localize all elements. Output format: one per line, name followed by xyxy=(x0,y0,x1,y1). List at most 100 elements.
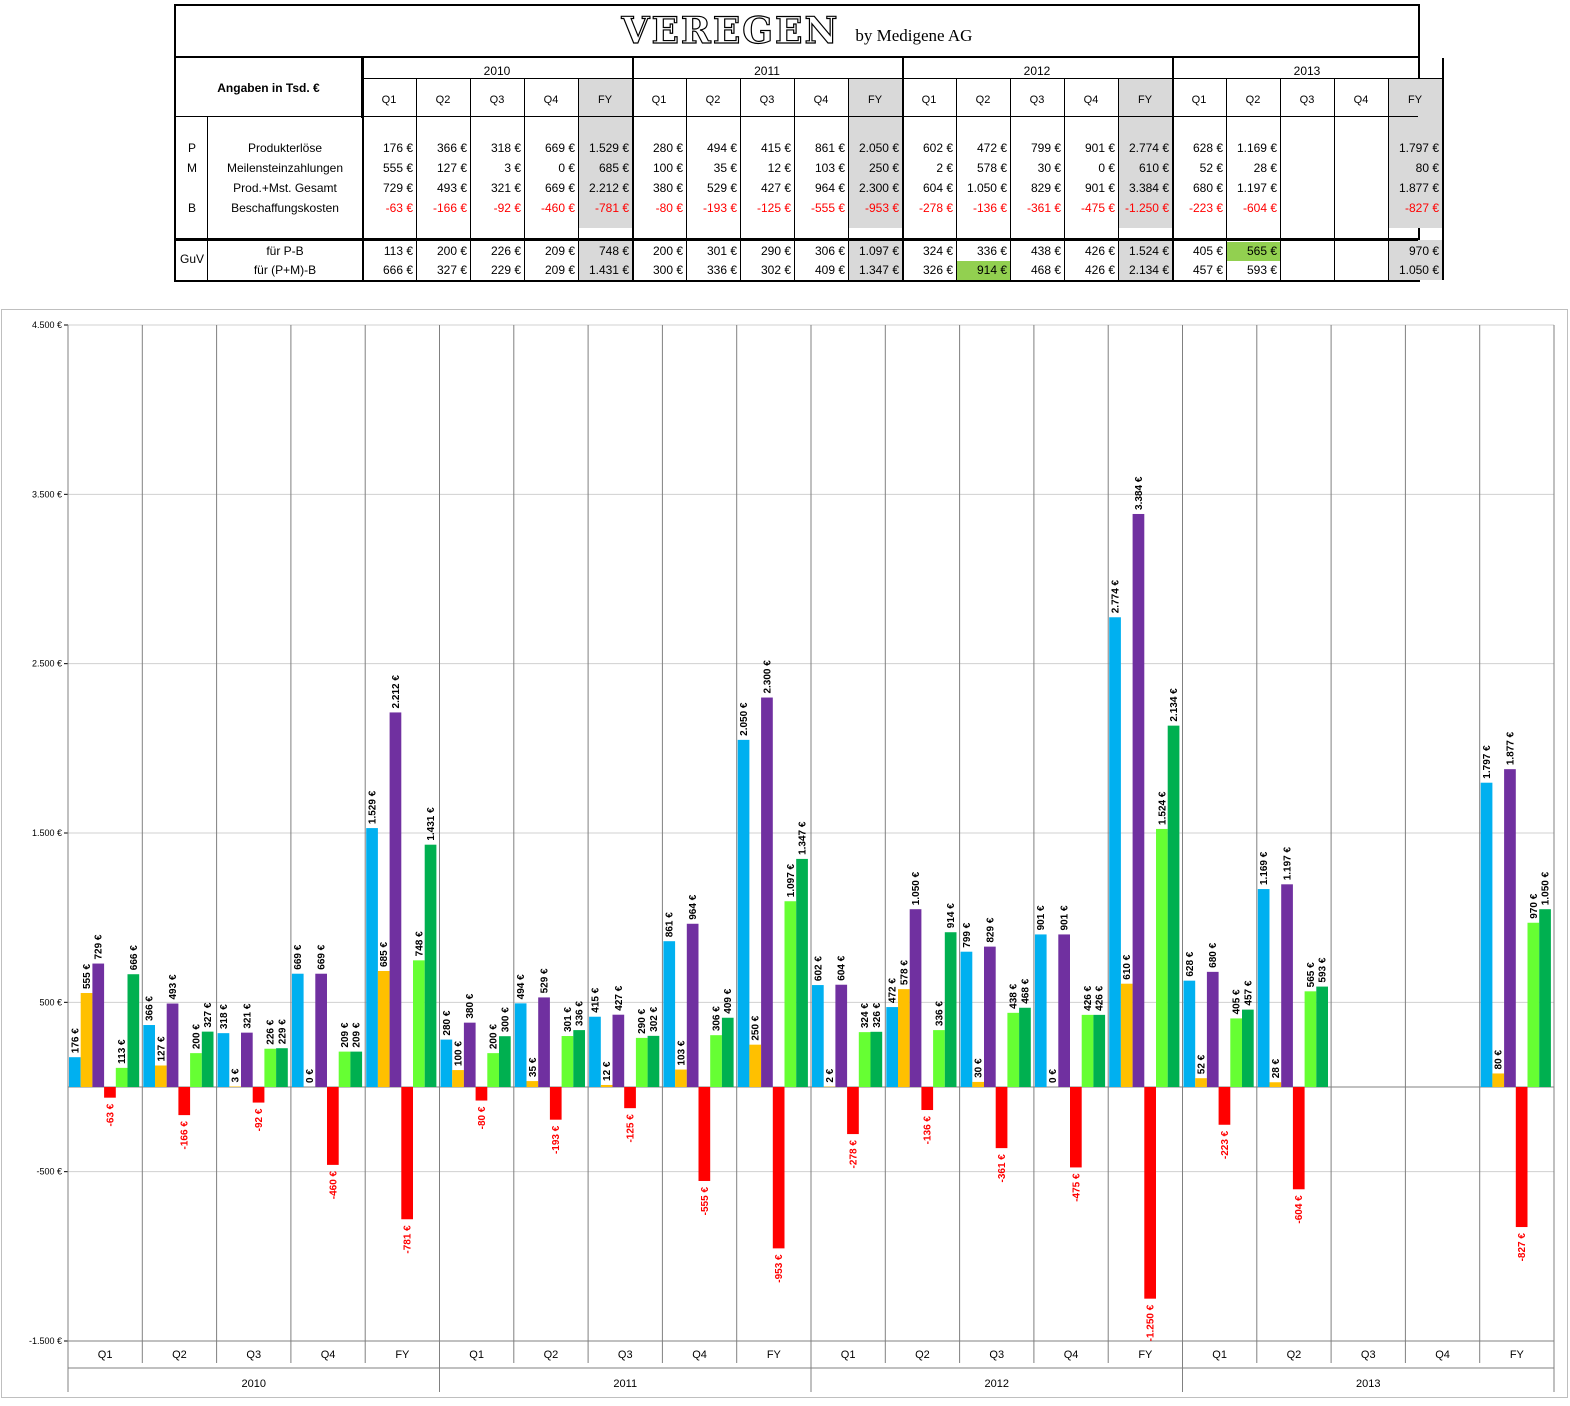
table-cell: 2.300 € xyxy=(858,181,899,195)
table-cell: 300 € xyxy=(652,263,683,277)
data-label: 326 € xyxy=(872,1002,883,1027)
data-label: 970 € xyxy=(1529,893,1540,918)
bar xyxy=(366,828,378,1087)
table-cell: 861 € xyxy=(814,141,845,155)
quarter-header: Q4 xyxy=(813,94,829,106)
data-label: 610 € xyxy=(1122,954,1133,979)
table-cell: 52 € xyxy=(1199,161,1223,175)
bar xyxy=(69,1057,81,1087)
quarter-header: FY xyxy=(1407,94,1423,106)
data-label: -781 € xyxy=(403,1225,414,1254)
bar xyxy=(291,973,304,1087)
bar xyxy=(1195,1078,1207,1087)
bar xyxy=(1144,1087,1156,1299)
table-cell: 426 € xyxy=(1084,263,1115,277)
bar xyxy=(538,997,550,1087)
bar xyxy=(1109,617,1121,1087)
quarter-header: Q3 xyxy=(1299,94,1315,106)
x-tick-label: FY xyxy=(395,1349,410,1361)
data-label: 12 € xyxy=(602,1061,613,1081)
bar xyxy=(1515,1087,1528,1228)
bar xyxy=(217,1033,230,1087)
data-label: -223 € xyxy=(1220,1130,1231,1159)
data-label: 438 € xyxy=(1009,983,1020,1008)
bar xyxy=(1167,725,1180,1087)
divider xyxy=(176,116,1418,117)
data-label: 1.197 € xyxy=(1283,847,1294,881)
bar xyxy=(315,973,327,1087)
table-cell: -125 € xyxy=(756,201,791,215)
table-cell: 127 € xyxy=(436,161,467,175)
bar xyxy=(761,697,773,1087)
table-cell: 28 € xyxy=(1253,161,1277,175)
data-label: 176 € xyxy=(70,1028,81,1053)
table-cell: 1.097 € xyxy=(858,244,899,258)
bar xyxy=(127,974,140,1087)
table-cell: 578 € xyxy=(976,161,1007,175)
table-cell: 2.212 € xyxy=(588,181,629,195)
table-cell: 103 € xyxy=(814,161,845,175)
table-cell: 0 € xyxy=(1098,161,1115,175)
bar xyxy=(350,1051,363,1087)
table-cell: 380 € xyxy=(652,181,683,195)
data-label: 426 € xyxy=(1095,985,1106,1010)
table-cell: 565 € xyxy=(1246,244,1277,258)
bar xyxy=(675,1069,687,1087)
bar-chart: -1.500 € -500 € 500 € 1.500 € 2.500 € 3.500 €… xyxy=(1,309,1568,1398)
table-cell: 593 € xyxy=(1246,263,1277,277)
bar xyxy=(190,1053,202,1087)
data-label: 3 € xyxy=(231,1068,242,1082)
data-label: 468 € xyxy=(1020,978,1031,1003)
table-cell: 1.169 € xyxy=(1236,141,1277,155)
data-label: 52 € xyxy=(1197,1054,1208,1074)
table-cell: -278 € xyxy=(918,201,953,215)
table-cell: 555 € xyxy=(382,161,413,175)
data-label: -125 € xyxy=(626,1114,637,1143)
x-tick-label: Q3 xyxy=(618,1349,633,1361)
bar xyxy=(721,1017,734,1087)
row-label: Prod.+Mst. Gesamt xyxy=(233,181,337,195)
bar xyxy=(921,1087,934,1111)
table-cell: 669 € xyxy=(544,141,575,155)
bar xyxy=(424,844,437,1087)
data-label: -1.250 € xyxy=(1146,1304,1157,1341)
table-cell: 176 € xyxy=(382,141,413,155)
data-label: -193 € xyxy=(551,1125,562,1154)
bar xyxy=(1132,513,1145,1087)
table-cell: 964 € xyxy=(814,181,845,195)
table-cell: 366 € xyxy=(436,141,467,155)
table-cell: 970 € xyxy=(1408,244,1439,258)
table-cell: 409 € xyxy=(814,263,845,277)
bar xyxy=(573,1030,585,1087)
table-cell: 209 € xyxy=(544,244,575,258)
quarter-header: Q1 xyxy=(1191,94,1207,106)
table-cell: 405 € xyxy=(1192,244,1223,258)
data-label: 666 € xyxy=(129,945,140,970)
data-label: 200 € xyxy=(489,1024,500,1049)
table-cell: 457 € xyxy=(1192,263,1223,277)
bar xyxy=(710,1035,722,1087)
bar xyxy=(1081,1014,1094,1087)
table-cell: -953 € xyxy=(864,201,899,215)
data-label: 380 € xyxy=(465,993,476,1018)
data-label: 35 € xyxy=(528,1057,539,1077)
table-cell: 100 € xyxy=(652,161,683,175)
table-cell: -166 € xyxy=(432,201,467,215)
data-label: 494 € xyxy=(516,974,527,999)
table-cell: -193 € xyxy=(702,201,737,215)
data-label: 3.384 € xyxy=(1134,476,1145,510)
table-cell: -604 € xyxy=(1242,201,1277,215)
table-cell: 610 € xyxy=(1138,161,1169,175)
data-label: -361 € xyxy=(997,1154,1008,1183)
title-main: VEREGEN xyxy=(621,9,840,52)
bar xyxy=(772,1087,785,1249)
data-label: 426 € xyxy=(1083,985,1094,1010)
table-cell: -63 € xyxy=(385,201,413,215)
bar xyxy=(1058,934,1070,1087)
header-label: Angaben in Tsd. € xyxy=(176,58,362,118)
year-header: 2011 xyxy=(754,64,780,78)
row-label: Produkterlöse xyxy=(247,141,323,155)
bar xyxy=(984,946,996,1087)
x-tick-label: Q1 xyxy=(98,1349,113,1361)
bar xyxy=(377,971,390,1087)
